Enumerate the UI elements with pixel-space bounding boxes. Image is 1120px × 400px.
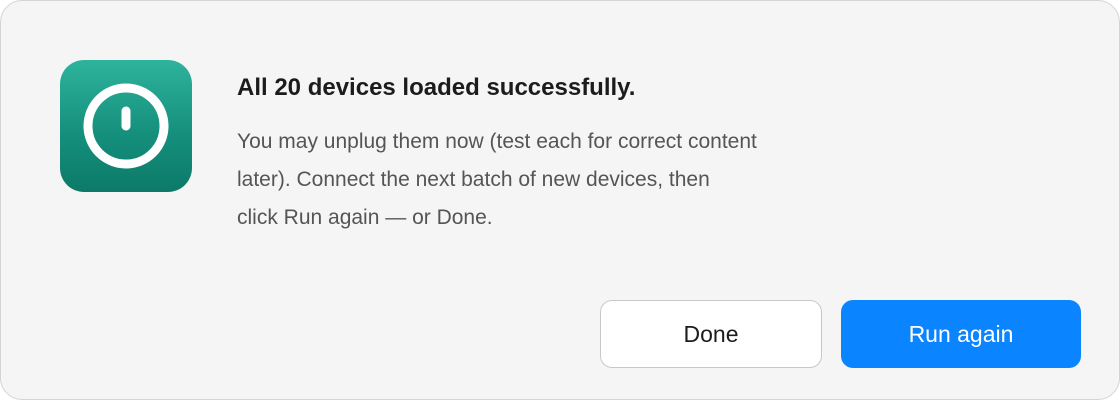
dialog-title: All 20 devices loaded successfully. <box>237 74 636 101</box>
run-again-button[interactable]: Run again <box>841 300 1081 368</box>
message-line: click Run again — or Done. <box>237 206 493 229</box>
app-icon <box>60 60 192 192</box>
message-line: later). Connect the next batch of new de… <box>237 168 710 191</box>
done-button[interactable]: Done <box>600 300 822 368</box>
message-line: You may unplug them now (test each for c… <box>237 130 757 153</box>
dialog-message: You may unplug them now (test each for c… <box>237 123 937 237</box>
power-icon <box>83 83 169 169</box>
alert-dialog: All 20 devices loaded successfully. You … <box>0 0 1120 400</box>
